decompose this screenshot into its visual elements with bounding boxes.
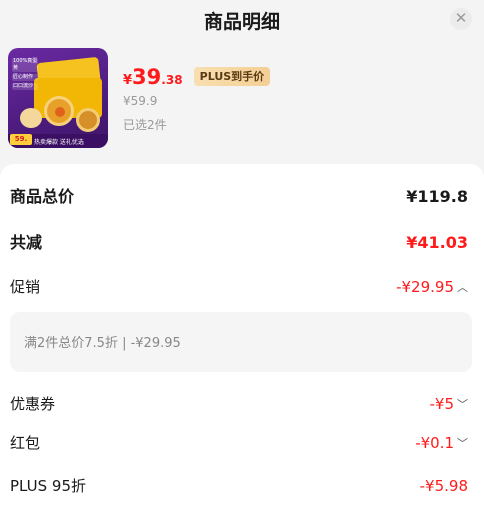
thumb-label: 匠心制作 (12, 74, 38, 81)
red-packet-value-wrap: -¥0.1 ﹀ (415, 429, 468, 458)
thumb-label: 100%真蛋黄 (12, 58, 38, 72)
coupon-row[interactable]: 优惠券 -¥5 ﹀ (0, 390, 484, 418)
cake-image (76, 108, 100, 132)
plus-discount-row: PLUS 95折 -¥5.98 (0, 472, 484, 500)
price-breakdown-panel: 商品总价 ¥119.8 共减 ¥41.03 促销 -¥29.95 ︿ 满2件总价7… (0, 164, 484, 531)
red-packet-row[interactable]: 红包 -¥0.1 ﹀ (0, 429, 484, 457)
product-thumbnail[interactable]: 100%真蛋黄 匠心制作 口口流沙 59. 热卖爆款 送礼优选 (8, 48, 108, 148)
promotion-row[interactable]: 促销 -¥29.95 ︿ (0, 273, 484, 301)
currency-symbol: ¥ (123, 73, 133, 88)
discount-total-value: ¥41.03 (406, 233, 468, 252)
product-summary: 100%真蛋黄 匠心制作 口口流沙 59. 热卖爆款 送礼优选 ¥39.38 P… (0, 40, 484, 156)
original-price: ¥59.9 (123, 94, 158, 108)
coupon-label: 优惠券 (10, 395, 56, 413)
red-packet-label: 红包 (10, 434, 41, 452)
plus-price-tag: PLUS到手价 (193, 67, 271, 86)
discount-total-row: 共减 ¥41.03 (0, 229, 484, 257)
thumb-feature-labels: 100%真蛋黄 匠心制作 口口流沙 (12, 58, 38, 92)
chevron-down-icon[interactable]: ﹀ (457, 430, 468, 458)
cake-image (44, 96, 74, 126)
thumb-label: 口口流沙 (12, 83, 38, 90)
coupon-value: -¥5 (429, 395, 455, 413)
promotion-value-wrap: -¥29.95 ︿ (396, 273, 468, 302)
discount-total-label: 共减 (10, 233, 43, 252)
plus-discount-label: PLUS 95折 (10, 477, 87, 495)
sheet-header: 商品明细 ✕ (0, 0, 484, 40)
price-row: ¥39.38 PLUS到手价 (123, 65, 271, 91)
price-integer: 39 (132, 65, 162, 89)
promotion-detail-text: 满2件总价7.5折 | -¥29.95 (24, 336, 181, 351)
total-value: ¥119.8 (406, 187, 468, 206)
close-icon[interactable]: ✕ (450, 8, 472, 30)
thumb-price-chip: 59. (10, 134, 32, 145)
price-decimal: .38 (161, 73, 183, 87)
chevron-down-icon[interactable]: ﹀ (457, 391, 468, 419)
total-row: 商品总价 ¥119.8 (0, 183, 484, 211)
thumb-badge-text: 热卖爆款 送礼优选 (34, 139, 84, 146)
cake-image (20, 108, 42, 128)
plus-discount-value: -¥5.98 (419, 477, 468, 495)
promotion-label: 促销 (10, 278, 41, 296)
promotion-detail-box: 满2件总价7.5折 | -¥29.95 (10, 312, 472, 372)
page-title: 商品明细 (203, 11, 280, 33)
chevron-up-icon[interactable]: ︿ (457, 274, 468, 302)
selected-count: 已选2件 (123, 118, 167, 132)
promotion-value: -¥29.95 (396, 278, 454, 296)
red-packet-value: -¥0.1 (415, 434, 454, 452)
coupon-value-wrap: -¥5 ﹀ (430, 390, 469, 419)
total-label: 商品总价 (10, 187, 75, 206)
